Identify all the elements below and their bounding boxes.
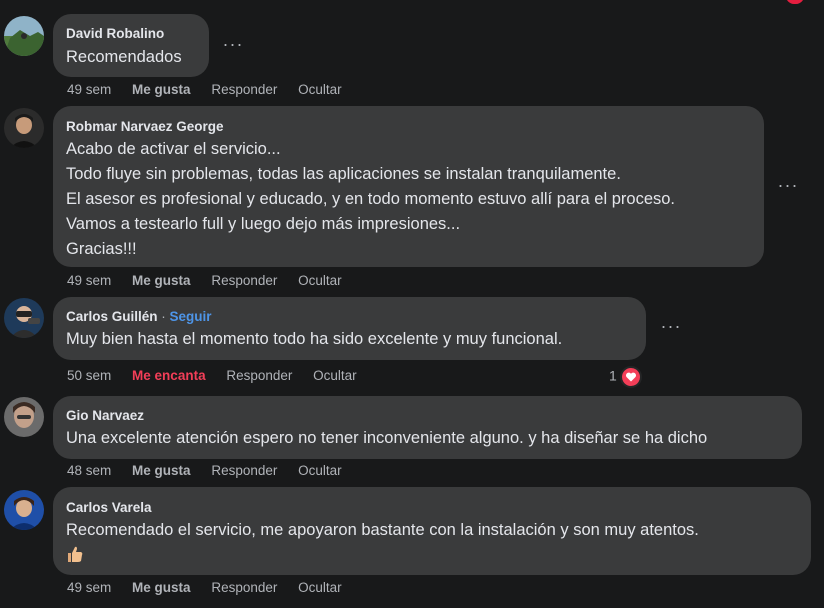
avatar[interactable] <box>4 397 44 437</box>
comment-text-line: El asesor es profesional y educado, y en… <box>66 190 676 208</box>
comments-section: David Robalino Recomendados ··· 49 sem M… <box>0 0 824 608</box>
top-edge-fragment <box>600 0 824 6</box>
avatar-image <box>4 490 44 530</box>
comment-text: Recomendado el servicio, me apoyaron bas… <box>66 521 699 539</box>
avatar[interactable] <box>4 490 44 530</box>
comment-bubble: Robmar Narvaez George Acabo de activar e… <box>53 106 764 267</box>
reply-button[interactable]: Responder <box>226 368 292 383</box>
love-button[interactable]: Me encanta <box>132 368 206 383</box>
comment-text: Muy bien hasta el momento todo ha sido e… <box>66 330 563 348</box>
reply-button[interactable]: Responder <box>211 273 277 288</box>
author-name[interactable]: Carlos Guillén <box>66 309 158 324</box>
hide-button[interactable]: Ocultar <box>298 273 342 288</box>
hide-button[interactable]: Ocultar <box>298 463 342 478</box>
comment-text-line: Todo fluye sin problemas, todas las apli… <box>66 165 621 183</box>
timestamp[interactable]: 48 sem <box>67 463 111 478</box>
reply-button[interactable]: Responder <box>211 463 277 478</box>
avatar-image <box>4 298 44 338</box>
author-name[interactable]: Gio Narvaez <box>66 407 789 425</box>
comment-text: Recomendados <box>66 48 182 66</box>
author-name[interactable]: Robmar Narvaez George <box>66 118 751 136</box>
avatar[interactable] <box>4 298 44 338</box>
comment-actions: 49 sem Me gusta Responder Ocultar <box>67 82 359 97</box>
hide-button[interactable]: Ocultar <box>298 580 342 595</box>
timestamp[interactable]: 49 sem <box>67 580 111 595</box>
comment-bubble: Carlos Guillén · Seguir Muy bien hasta e… <box>53 297 646 360</box>
comment-actions: 48 sem Me gusta Responder Ocultar <box>67 463 359 478</box>
comment-text-line: Acabo de activar el servicio... <box>66 140 281 158</box>
avatar-image <box>4 16 44 56</box>
like-button[interactable]: Me gusta <box>132 82 191 97</box>
comment-bubble: Carlos Varela Recomendado el servicio, m… <box>53 487 811 575</box>
author-line: Carlos Guillén · Seguir <box>66 308 633 326</box>
like-button[interactable]: Me gusta <box>132 273 191 288</box>
comment-text-line: Vamos a testearlo full y luego dejo más … <box>66 215 461 233</box>
comment-actions: 49 sem Me gusta Responder Ocultar <box>67 580 359 595</box>
notification-badge-fragment <box>786 0 804 4</box>
comment-actions: 50 sem Me encanta Responder Ocultar <box>67 368 374 383</box>
avatar-image <box>4 397 44 437</box>
more-options-button[interactable]: ··· <box>775 175 801 201</box>
like-button[interactable]: Me gusta <box>132 463 191 478</box>
timestamp[interactable]: 49 sem <box>67 273 111 288</box>
reply-button[interactable]: Responder <box>211 580 277 595</box>
comment-actions: 49 sem Me gusta Responder Ocultar <box>67 273 359 288</box>
avatar[interactable] <box>4 108 44 148</box>
comment-bubble: Gio Narvaez Una excelente atención esper… <box>53 396 802 459</box>
reaction-count: 1 <box>609 367 617 384</box>
more-options-button[interactable]: ··· <box>220 34 246 60</box>
comment-bubble: David Robalino Recomendados <box>53 14 209 77</box>
avatar[interactable] <box>4 16 44 56</box>
separator-dot: · <box>157 309 170 324</box>
heart-icon <box>619 366 642 388</box>
reaction-summary[interactable]: 1 <box>609 366 642 388</box>
reply-button[interactable]: Responder <box>211 82 277 97</box>
emoji-thumbs-up <box>68 546 83 562</box>
author-name[interactable]: Carlos Varela <box>66 499 798 517</box>
comment-text: Una excelente atención espero no tener i… <box>66 429 708 447</box>
hide-button[interactable]: Ocultar <box>298 82 342 97</box>
hide-button[interactable]: Ocultar <box>313 368 357 383</box>
like-button[interactable]: Me gusta <box>132 580 191 595</box>
follow-button[interactable]: Seguir <box>170 309 212 324</box>
avatar-image <box>4 108 44 148</box>
timestamp[interactable]: 49 sem <box>67 82 111 97</box>
thumbs-up-icon <box>66 544 798 566</box>
comment-text-line: Gracias!!! <box>66 240 137 258</box>
more-options-button[interactable]: ··· <box>658 316 684 342</box>
timestamp[interactable]: 50 sem <box>67 368 111 383</box>
author-name[interactable]: David Robalino <box>66 25 196 43</box>
